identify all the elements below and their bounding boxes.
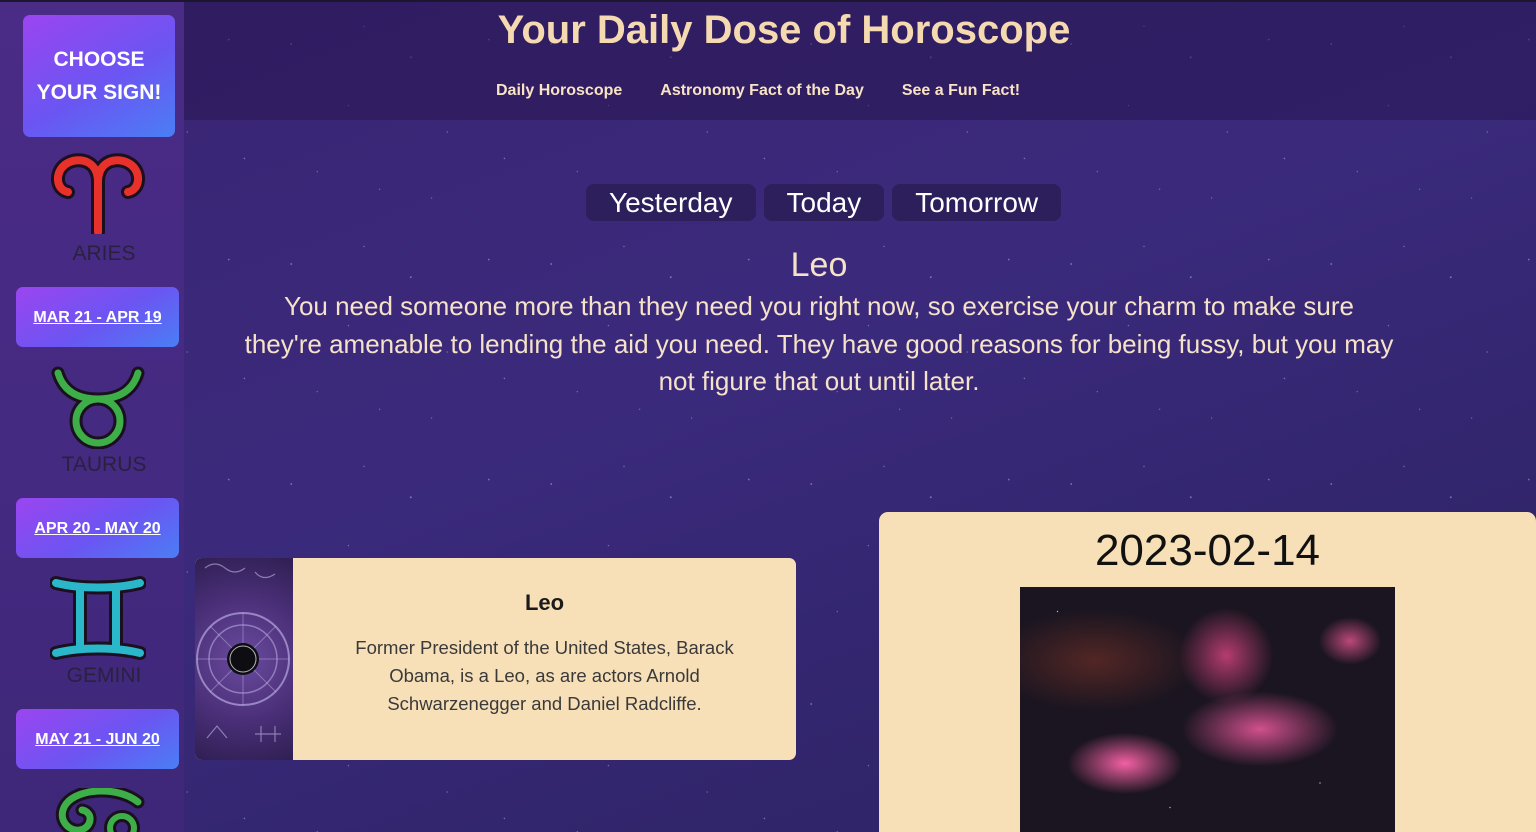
horoscope-text: You need someone more than they need you… [244, 291, 1394, 396]
zodiac-wheel-image [195, 558, 293, 760]
nav-astronomy-fact[interactable]: Astronomy Fact of the Day [660, 82, 864, 100]
sign-name-taurus: TAURUS [61, 453, 147, 476]
sign-name-aries: ARIES [72, 242, 136, 265]
date-button-aries[interactable]: MAR 21 - APR 19 [16, 287, 179, 347]
aries-icon[interactable] [48, 152, 148, 234]
site-title: Your Daily Dose of Horoscope [497, 8, 1071, 52]
main-nav: Daily Horoscope Astronomy Fact of the Da… [496, 82, 1020, 100]
horoscope-sign-heading: Leo [790, 246, 848, 284]
fun-fact-text: Former President of the United States, B… [355, 637, 734, 714]
fun-fact-body: Leo Former President of the United State… [293, 558, 796, 760]
choose-sign-button[interactable]: CHOOSE YOUR SIGN! [23, 15, 175, 137]
taurus-icon[interactable] [50, 365, 146, 449]
nav-daily-horoscope[interactable]: Daily Horoscope [496, 82, 622, 100]
sign-name-gemini: GEMINI [66, 664, 142, 687]
gemini-icon[interactable] [50, 575, 146, 661]
day-tabs: Yesterday Today Tomorrow [586, 184, 1062, 221]
nav-fun-fact[interactable]: See a Fun Fact! [902, 82, 1020, 100]
date-button-taurus[interactable]: APR 20 - MAY 20 [16, 498, 179, 558]
nebula-image [1020, 587, 1395, 832]
astronomy-picture-card: 2023-02-14 [879, 512, 1536, 832]
tab-today[interactable]: Today [763, 184, 885, 221]
fun-fact-card: Leo Former President of the United State… [195, 558, 796, 760]
fun-fact-title: Leo [524, 590, 565, 615]
tab-yesterday[interactable]: Yesterday [586, 184, 756, 221]
tab-tomorrow[interactable]: Tomorrow [892, 184, 1062, 221]
sign-sidebar: CHOOSE YOUR SIGN! ARIES MAR 21 - APR 19 … [0, 2, 184, 832]
astronomy-picture-date: 2023-02-14 [1094, 526, 1321, 575]
date-button-gemini[interactable]: MAY 21 - JUN 20 [16, 709, 179, 769]
cancer-icon[interactable] [48, 788, 148, 832]
